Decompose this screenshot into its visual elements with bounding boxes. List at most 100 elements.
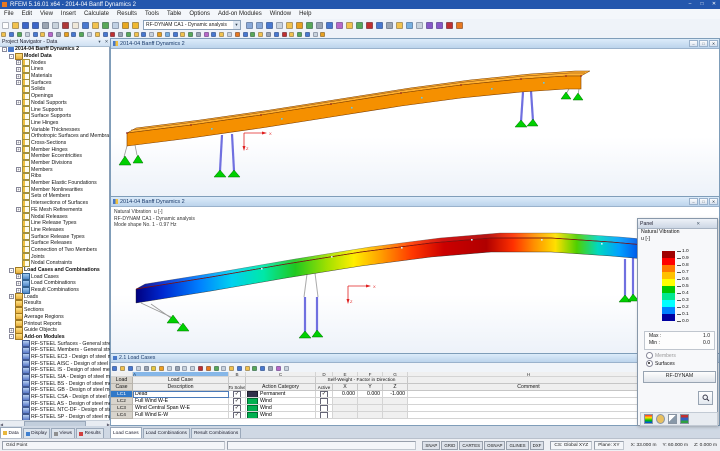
- tree-item-variable-thicknesses[interactable]: Variable Thicknesses: [0, 126, 110, 133]
- toolbar-icon[interactable]: [297, 32, 302, 37]
- close-icon[interactable]: ✕: [709, 40, 718, 47]
- menu-item-options[interactable]: Options: [185, 11, 214, 17]
- tree-item-nodal-releases[interactable]: Nodal Releases: [0, 213, 110, 220]
- minimize-icon[interactable]: –: [689, 198, 698, 205]
- toolbar-icon[interactable]: [305, 32, 310, 37]
- close-icon[interactable]: ✕: [103, 39, 110, 45]
- tree-item-load-cases-and-combinations[interactable]: -Load Cases and Combinations: [0, 267, 110, 274]
- toolbar-icon[interactable]: [32, 22, 39, 29]
- toolbar-icon[interactable]: [219, 32, 224, 37]
- row-header-lc2[interactable]: LC2: [111, 398, 133, 405]
- row-header-lc1[interactable]: LC1: [111, 391, 133, 398]
- toolbar-icon[interactable]: [71, 32, 76, 37]
- tree-expander[interactable]: +: [16, 60, 21, 65]
- toolbar-icon[interactable]: [456, 22, 463, 29]
- cell-z[interactable]: [383, 405, 408, 412]
- checkbox-icon[interactable]: ✓: [233, 412, 241, 419]
- toolbar-icon[interactable]: [426, 22, 433, 29]
- table-toolbar-icon[interactable]: [214, 366, 219, 371]
- tree-item-rf-steel-ec3-design-of-steel-m[interactable]: RF-STEEL EC3 - Design of steel me: [0, 354, 110, 361]
- tree-item-cross-sections[interactable]: +Cross-Sections: [0, 140, 110, 147]
- toolbar-icon[interactable]: [56, 32, 61, 37]
- tree-item-materials[interactable]: +Materials: [0, 73, 110, 80]
- tree-item-nodal-constraints[interactable]: Nodal Constraints: [0, 260, 110, 267]
- checkbox-icon[interactable]: ✓: [233, 405, 241, 412]
- table-toolbar-icon[interactable]: [245, 366, 250, 371]
- tree-item-rf-steel-gb-design-of-steel-me[interactable]: RF-STEEL GB - Design of steel me: [0, 387, 110, 394]
- tree-item-rf-steel-sia-design-of-steel-m[interactable]: RF-STEEL SIA - Design of steel me: [0, 374, 110, 381]
- display-options-icon[interactable]: [680, 414, 689, 424]
- toolbar-icon[interactable]: [446, 22, 453, 29]
- navigator-tab-data[interactable]: Data: [0, 427, 22, 438]
- cell-action-category[interactable]: Wind: [246, 405, 316, 412]
- table-toolbar-icon[interactable]: [159, 366, 164, 371]
- row-header-lc4[interactable]: LC4: [111, 412, 133, 419]
- toolbar-icon[interactable]: [118, 32, 123, 37]
- toolbar-icon[interactable]: [256, 22, 263, 29]
- smiley-icon[interactable]: [656, 414, 665, 424]
- table-toolbar-icon[interactable]: [237, 366, 242, 371]
- toolbar-icon[interactable]: [173, 32, 178, 37]
- toolbar-icon[interactable]: [12, 22, 19, 29]
- toolbar-icon[interactable]: [346, 22, 353, 29]
- table-toolbar-icon[interactable]: [167, 366, 172, 371]
- checkbox-icon[interactable]: [320, 412, 328, 419]
- checkbox-icon[interactable]: [320, 398, 328, 405]
- tree-item-rf-steel-as-design-of-steel-me[interactable]: RF-STEEL AS - Design of steel me: [0, 400, 110, 407]
- toolbar-icon[interactable]: [436, 22, 443, 29]
- tree-item-2014-04-banff-dynamics-2[interactable]: -2014-04 Banff Dynamics 2: [0, 46, 110, 53]
- cell-to-solve[interactable]: ✓: [229, 391, 246, 398]
- row-header-lc3[interactable]: LC3: [111, 405, 133, 412]
- toolbar-icon[interactable]: [112, 22, 119, 29]
- toolbar-icon[interactable]: [48, 32, 53, 37]
- toolbar-icon[interactable]: [62, 22, 69, 29]
- table-toolbar-icon[interactable]: [151, 366, 156, 371]
- cell-z[interactable]: [383, 412, 408, 419]
- tree-item-lines[interactable]: +Lines: [0, 66, 110, 73]
- cell-description[interactable]: Dead: [133, 391, 229, 398]
- cell-to-solve[interactable]: ✓: [229, 405, 246, 412]
- cell-action-category[interactable]: Wind: [246, 412, 316, 419]
- tree-expander[interactable]: -: [9, 334, 14, 339]
- tree-item-members[interactable]: +Members: [0, 166, 110, 173]
- tree-item-rf-steel-is-design-of-steel-me[interactable]: RF-STEEL IS - Design of steel mem: [0, 367, 110, 374]
- status-toggle-snap[interactable]: SNAP: [422, 441, 440, 450]
- toolbar-icon[interactable]: [282, 32, 287, 37]
- cell-active[interactable]: [316, 405, 333, 412]
- cell-x[interactable]: [333, 398, 358, 405]
- cell-description[interactable]: Full Wind E-W: [133, 412, 229, 419]
- cell-y[interactable]: [358, 405, 383, 412]
- toolbar-icon[interactable]: [286, 22, 293, 29]
- toolbar-icon[interactable]: [95, 32, 100, 37]
- tree-item-results[interactable]: Results: [0, 300, 110, 307]
- toolbar-icon[interactable]: [274, 32, 279, 37]
- toolbar-icon[interactable]: [266, 32, 271, 37]
- cell-y[interactable]: 0.000: [358, 391, 383, 398]
- tree-item-member-eccentricities[interactable]: Member Eccentricities: [0, 153, 110, 160]
- cell-y[interactable]: [358, 398, 383, 405]
- toolbar-icon[interactable]: [243, 32, 248, 37]
- pin-icon[interactable]: ▾: [96, 39, 103, 45]
- toolbar-icon[interactable]: [336, 22, 343, 29]
- tree-item-surfaces[interactable]: +Surfaces: [0, 79, 110, 86]
- table-toolbar-icon[interactable]: [128, 366, 133, 371]
- navigator-tab-results[interactable]: Results: [76, 428, 104, 438]
- tree-item-rf-steel-ntc-df-design-of-stee[interactable]: RF-STEEL NTC-DF - Design of stee: [0, 407, 110, 414]
- toolbar-icon[interactable]: [1, 32, 6, 37]
- toolbar-icon[interactable]: [250, 32, 255, 37]
- table-tab-load-combinations[interactable]: Load Combinations: [143, 428, 190, 438]
- tree-item-rf-steel-bs-design-of-steel-me[interactable]: RF-STEEL BS - Design of steel mem: [0, 380, 110, 387]
- restore-icon[interactable]: □: [699, 40, 708, 47]
- table-toolbar-icon[interactable]: [112, 366, 117, 371]
- tree-item-sets-of-members[interactable]: Sets of Members: [0, 193, 110, 200]
- tree-item-fe-mesh-refinements[interactable]: +FE Mesh Refinements: [0, 207, 110, 214]
- tree-item-nodes[interactable]: +Nodes: [0, 59, 110, 66]
- toolbar-icon[interactable]: [33, 32, 38, 37]
- toolbar-icon[interactable]: [79, 32, 84, 37]
- cell-y[interactable]: [358, 412, 383, 419]
- status-toggle-glines[interactable]: GLINES: [506, 441, 528, 450]
- toolbar-icon[interactable]: [126, 32, 131, 37]
- toolbar-icon[interactable]: [92, 22, 99, 29]
- table-toolbar-icon[interactable]: [198, 366, 203, 371]
- tree-expander[interactable]: +: [16, 274, 21, 279]
